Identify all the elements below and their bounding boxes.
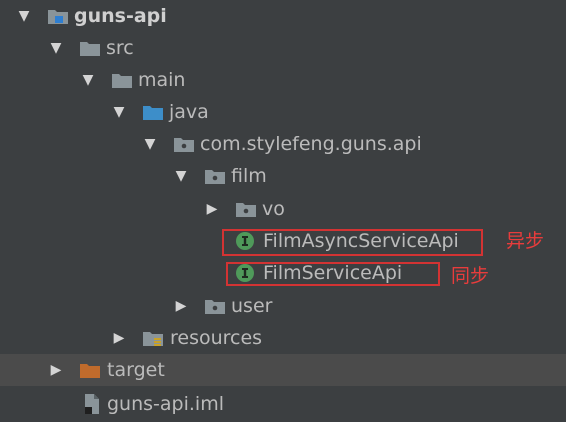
tree-label-iml: guns-api.iml (107, 393, 224, 415)
tree-row-target[interactable]: ▶ target (0, 354, 566, 386)
expanded-arrow-icon[interactable]: ▼ (48, 40, 64, 56)
expanded-arrow-icon[interactable]: ▼ (111, 104, 127, 120)
folder-icon (80, 42, 100, 56)
tree-label-guns-api: guns-api (74, 5, 167, 27)
highlight-box-sync (226, 262, 440, 286)
annotation-sync-label: 同步 (451, 265, 490, 287)
tree-row-iml[interactable]: guns-api.iml (0, 388, 566, 420)
package-icon (236, 203, 256, 217)
collapsed-arrow-icon[interactable]: ▶ (204, 201, 220, 217)
package-icon (174, 138, 194, 152)
iml-file-icon (85, 394, 99, 414)
tree-label-target: target (107, 359, 165, 381)
package-icon (205, 170, 225, 184)
tree-label-vo: vo (262, 198, 285, 220)
tree-row-package[interactable]: ▼ com.stylefeng.guns.api (0, 128, 566, 160)
tree-label-resources: resources (170, 327, 263, 349)
project-tree: ▼ guns-api ▼ src ▼ main ▼ java ▼ com.sty… (0, 0, 566, 422)
tree-label-user: user (231, 295, 273, 317)
tree-row-java[interactable]: ▼ java (0, 96, 566, 128)
expanded-arrow-icon[interactable]: ▼ (80, 72, 96, 88)
tree-row-vo[interactable]: ▶ vo (0, 193, 566, 225)
expanded-arrow-icon[interactable]: ▼ (173, 168, 189, 184)
tree-row-main[interactable]: ▼ main (0, 64, 566, 96)
tree-row-src[interactable]: ▼ src (0, 32, 566, 64)
tree-row-user[interactable]: ▶ user (0, 290, 566, 322)
tree-label-package: com.stylefeng.guns.api (200, 133, 422, 155)
expanded-arrow-icon[interactable]: ▼ (16, 8, 32, 24)
highlight-box-async (222, 229, 483, 256)
tree-row-film[interactable]: ▼ film (0, 160, 566, 192)
collapsed-arrow-icon[interactable]: ▶ (111, 330, 127, 346)
tree-label-main: main (138, 69, 186, 91)
package-icon (205, 300, 225, 314)
expanded-arrow-icon[interactable]: ▼ (142, 136, 158, 152)
source-folder-icon (143, 106, 163, 120)
module-folder-icon (48, 10, 68, 24)
folder-icon (112, 74, 132, 88)
excluded-folder-icon (80, 364, 100, 378)
tree-row-guns-api[interactable]: ▼ guns-api (0, 0, 566, 32)
collapsed-arrow-icon[interactable]: ▶ (173, 298, 189, 314)
tree-label-film: film (231, 165, 267, 187)
annotation-async-label: 异步 (506, 230, 545, 252)
tree-label-src: src (106, 37, 134, 59)
tree-row-resources[interactable]: ▶ resources (0, 322, 566, 354)
resources-folder-icon (143, 332, 163, 346)
collapsed-arrow-icon[interactable]: ▶ (48, 362, 64, 378)
tree-label-java: java (169, 101, 209, 123)
